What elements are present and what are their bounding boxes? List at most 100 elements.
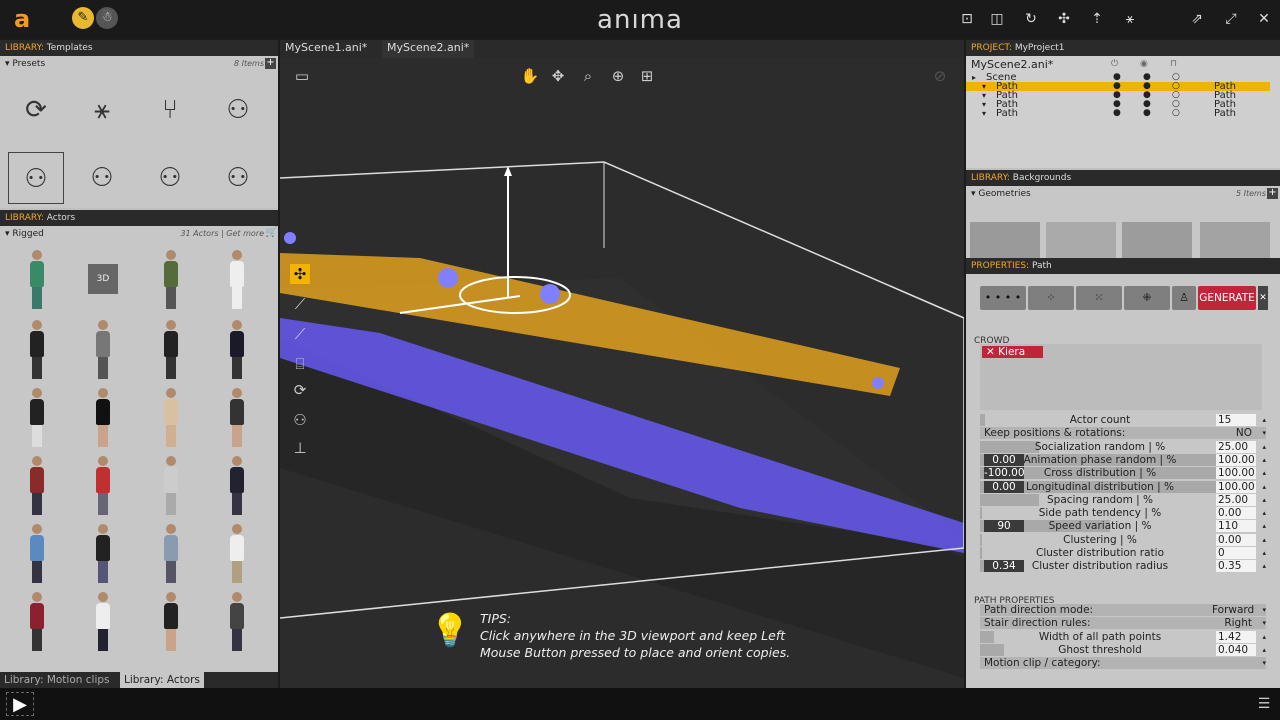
property-row[interactable]: Ghost threshold 0.040 ▴ bbox=[980, 643, 1266, 656]
geometry-thumbnail[interactable] bbox=[1046, 222, 1116, 258]
actor-mode-icon[interactable]: ☃ bbox=[96, 7, 118, 29]
property-row[interactable]: Path direction mode: Forward ▾ bbox=[980, 604, 1266, 616]
scatter-pattern-button[interactable]: ⁙ bbox=[1076, 286, 1122, 310]
crowd-large-template-icon[interactable]: ⚇ bbox=[210, 152, 266, 204]
crowd-selected-template-icon[interactable]: ⚇ bbox=[8, 152, 64, 204]
tree-expander-icon[interactable]: ▾ bbox=[982, 109, 986, 118]
add-icon[interactable]: + bbox=[265, 58, 276, 69]
property-select[interactable]: Forward bbox=[1212, 604, 1256, 616]
tree-expander-icon[interactable]: ▾ bbox=[982, 100, 986, 109]
crowd-tag-kiera[interactable]: ✕ Kiera bbox=[982, 346, 1044, 358]
tab-actors[interactable]: Library: Actors bbox=[120, 672, 204, 688]
property-row[interactable]: Keep positions & rotations: NO ▾ bbox=[980, 427, 1266, 440]
up-arrow-icon[interactable]: ⇡ bbox=[1087, 9, 1107, 29]
edit-path-icon[interactable]: ⟋ bbox=[290, 324, 310, 344]
spinner-icon[interactable]: ▴ bbox=[1262, 481, 1266, 493]
stairs-icon[interactable]: ⌸ bbox=[290, 354, 310, 374]
spinner-icon[interactable]: ▴ bbox=[1262, 414, 1266, 426]
actor-thumbnail[interactable] bbox=[156, 388, 186, 450]
geometry-thumbnail[interactable] bbox=[970, 222, 1040, 258]
spinner-icon[interactable]: ▴ bbox=[1262, 454, 1266, 466]
actor-thumbnail[interactable] bbox=[22, 250, 52, 312]
crowd-template-icon[interactable]: ⚇ bbox=[74, 152, 130, 204]
dropdown-icon[interactable]: ▾ bbox=[1262, 657, 1266, 669]
property-row[interactable]: Stair direction rules: Right ▾ bbox=[980, 617, 1266, 630]
add-icon[interactable]: + bbox=[1267, 188, 1278, 199]
magic-wand-icon[interactable]: ✎ bbox=[72, 7, 94, 29]
actor-thumbnail[interactable] bbox=[88, 388, 118, 450]
close-icon[interactable]: ✕ bbox=[1254, 9, 1274, 29]
property-row[interactable]: 0.00 Animation phase random | % 100.00 ▴ bbox=[980, 453, 1266, 466]
spinner-icon[interactable]: ▴ bbox=[1262, 441, 1266, 453]
walk-icon[interactable]: ⚹ bbox=[1120, 9, 1140, 29]
property-value[interactable]: 100.00 bbox=[1216, 467, 1256, 480]
actor-thumbnail[interactable] bbox=[156, 320, 186, 382]
zoom-icon[interactable]: ⌕ bbox=[578, 66, 598, 86]
property-row[interactable]: 90 Speed variation | % 110 ▴ bbox=[980, 520, 1266, 533]
eye-dot-icon[interactable]: ● bbox=[1143, 109, 1151, 118]
tab-myscene1[interactable]: MyScene1.ani* bbox=[280, 40, 372, 58]
dropdown-icon[interactable]: ▾ bbox=[1262, 617, 1266, 629]
generate-button[interactable]: GENERATE bbox=[1198, 286, 1256, 310]
tab-myscene2[interactable]: MyScene2.ani* bbox=[382, 40, 475, 58]
actor-thumbnail[interactable] bbox=[156, 524, 186, 586]
anima-logo-icon[interactable]: a bbox=[14, 7, 36, 31]
spinner-icon[interactable]: ▴ bbox=[1262, 560, 1266, 572]
property-row[interactable]: 0.34 Cluster distribution radius 0.35 ▴ bbox=[980, 560, 1266, 573]
actor-thumbnail[interactable] bbox=[22, 592, 52, 654]
move-icon[interactable]: ✣ bbox=[1054, 9, 1074, 29]
property-row[interactable]: Socialization random | % 25.00 ▴ bbox=[980, 440, 1266, 453]
grid-pattern-button[interactable]: ⁜ bbox=[1124, 286, 1170, 310]
actor-thumbnail[interactable] bbox=[156, 250, 186, 312]
spinner-icon[interactable]: ▴ bbox=[1262, 547, 1266, 559]
crowd-tool-icon[interactable]: ⚇ bbox=[290, 410, 310, 430]
property-row[interactable]: Motion clip / category: ▾ bbox=[980, 657, 1266, 670]
fullscreen-icon[interactable]: ⤢ bbox=[1221, 9, 1241, 29]
actor-thumbnail[interactable] bbox=[22, 456, 52, 518]
spinner-icon[interactable]: ▴ bbox=[1262, 467, 1266, 479]
visible-dot-icon[interactable]: ● bbox=[1113, 109, 1121, 118]
geometry-thumbnail[interactable] bbox=[1200, 222, 1270, 258]
property-row[interactable]: Side path tendency | % 0.00 ▴ bbox=[980, 507, 1266, 520]
play-icon[interactable]: ▶ bbox=[6, 692, 34, 716]
spinner-icon[interactable]: ▴ bbox=[1262, 644, 1266, 656]
actor-thumbnail[interactable] bbox=[22, 320, 52, 382]
pan-hand-icon[interactable]: ✋ bbox=[520, 66, 540, 86]
spinner-icon[interactable]: ▴ bbox=[1262, 534, 1266, 546]
crosswalk-template-icon[interactable]: ⚹ bbox=[74, 84, 130, 136]
settings-sliders-icon[interactable]: ☰ bbox=[1254, 694, 1274, 714]
geometries-group[interactable]: ▾ Geometries 5 Items + bbox=[966, 186, 1280, 202]
draw-path-icon[interactable]: ⟋ bbox=[290, 294, 310, 314]
actor-thumbnail[interactable] bbox=[88, 524, 118, 586]
export-icon[interactable]: ⇗ bbox=[1187, 9, 1207, 29]
property-value[interactable]: 15 bbox=[1216, 414, 1256, 426]
actor-settings-button[interactable]: ♙ bbox=[1172, 286, 1196, 310]
rotate-icon[interactable]: ↻ bbox=[1021, 9, 1041, 29]
loop-tool-icon[interactable]: ⟳ bbox=[290, 380, 310, 400]
anchor-tool-icon[interactable]: ⊥ bbox=[290, 438, 310, 458]
property-value[interactable]: 0.00 bbox=[1216, 533, 1256, 546]
spinner-icon[interactable]: ▴ bbox=[1262, 631, 1266, 643]
actor-thumbnail[interactable] bbox=[222, 456, 252, 518]
zigzag-pattern-button[interactable]: ⁘ bbox=[1028, 286, 1074, 310]
property-value[interactable]: 25.00 bbox=[1216, 440, 1256, 453]
spinner-icon[interactable]: ▴ bbox=[1262, 520, 1266, 532]
actor-thumbnail[interactable] bbox=[88, 592, 118, 654]
actor-thumbnail[interactable] bbox=[222, 320, 252, 382]
property-value[interactable]: 0.35 bbox=[1216, 560, 1256, 573]
actor-thumbnail[interactable] bbox=[22, 388, 52, 450]
cube-icon[interactable]: ◫ bbox=[987, 9, 1007, 29]
property-select[interactable]: NO bbox=[1212, 427, 1256, 439]
actor-thumbnail[interactable] bbox=[222, 388, 252, 450]
tree-expander-icon[interactable]: ▾ bbox=[982, 82, 986, 91]
zoom-region-icon[interactable]: ⊕ bbox=[608, 66, 628, 86]
property-select[interactable]: Right bbox=[1212, 617, 1256, 629]
tree-expander-icon[interactable]: ▾ bbox=[982, 91, 986, 100]
move-tool-icon[interactable]: ✣ bbox=[290, 264, 310, 284]
actor-thumbnail[interactable] bbox=[222, 524, 252, 586]
line-pattern-button[interactable]: • • • • bbox=[980, 286, 1026, 310]
property-row[interactable]: Width of all path points 1.42 ▴ bbox=[980, 630, 1266, 643]
property-row[interactable]: 0.00 Longitudinal distribution | % 100.00 ▴ bbox=[980, 480, 1266, 493]
property-value[interactable]: 100.00 bbox=[1216, 453, 1256, 466]
crowd-pyramid-template-icon[interactable]: ⚇ bbox=[142, 152, 198, 204]
